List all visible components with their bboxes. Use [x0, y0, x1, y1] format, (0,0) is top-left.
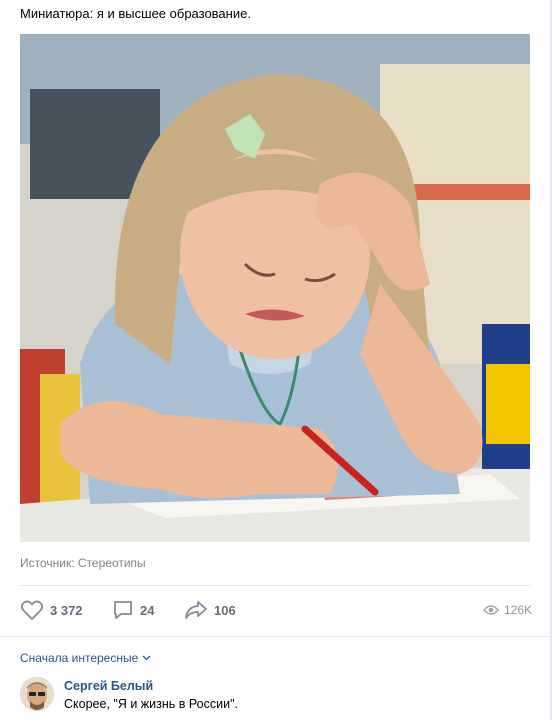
like-button[interactable]: 3 372: [20, 597, 83, 623]
photo-illustration: [20, 34, 530, 542]
comment-button[interactable]: 24: [112, 597, 154, 623]
comment-text: Скорее, "Я и жизнь в России".: [64, 697, 238, 711]
share-icon: [185, 601, 207, 619]
comment-count: 24: [140, 602, 155, 618]
eye-icon: [483, 605, 499, 615]
divider: [20, 585, 530, 586]
views-count: 126K: [503, 603, 532, 617]
heart-icon: [20, 600, 44, 620]
comment-item: Сергей Белый Скорее, "Я и жизнь в России…: [20, 677, 540, 720]
like-count: 3 372: [50, 602, 83, 618]
divider: [0, 636, 552, 637]
avatar[interactable]: [20, 677, 54, 711]
chevron-down-icon: [142, 655, 151, 661]
comment-icon: [114, 601, 132, 619]
sort-label: Сначала интересные: [20, 651, 139, 665]
share-button[interactable]: 106: [184, 597, 236, 623]
post-source[interactable]: Источник: Стереотипы: [20, 556, 146, 570]
comments-sort-dropdown[interactable]: Сначала интересные: [20, 651, 151, 665]
post-text: Миниатюра: я и высшее образование.: [20, 6, 251, 21]
post-actions-bar: 3 372 24 106 126K: [20, 597, 532, 623]
comment-author[interactable]: Сергей Белый: [64, 679, 153, 693]
avatar-image: [20, 677, 54, 711]
views-counter: 126K: [483, 597, 532, 623]
post-photo[interactable]: [20, 34, 530, 542]
comment-meta-cropped: [64, 715, 534, 721]
share-count: 106: [214, 602, 236, 618]
